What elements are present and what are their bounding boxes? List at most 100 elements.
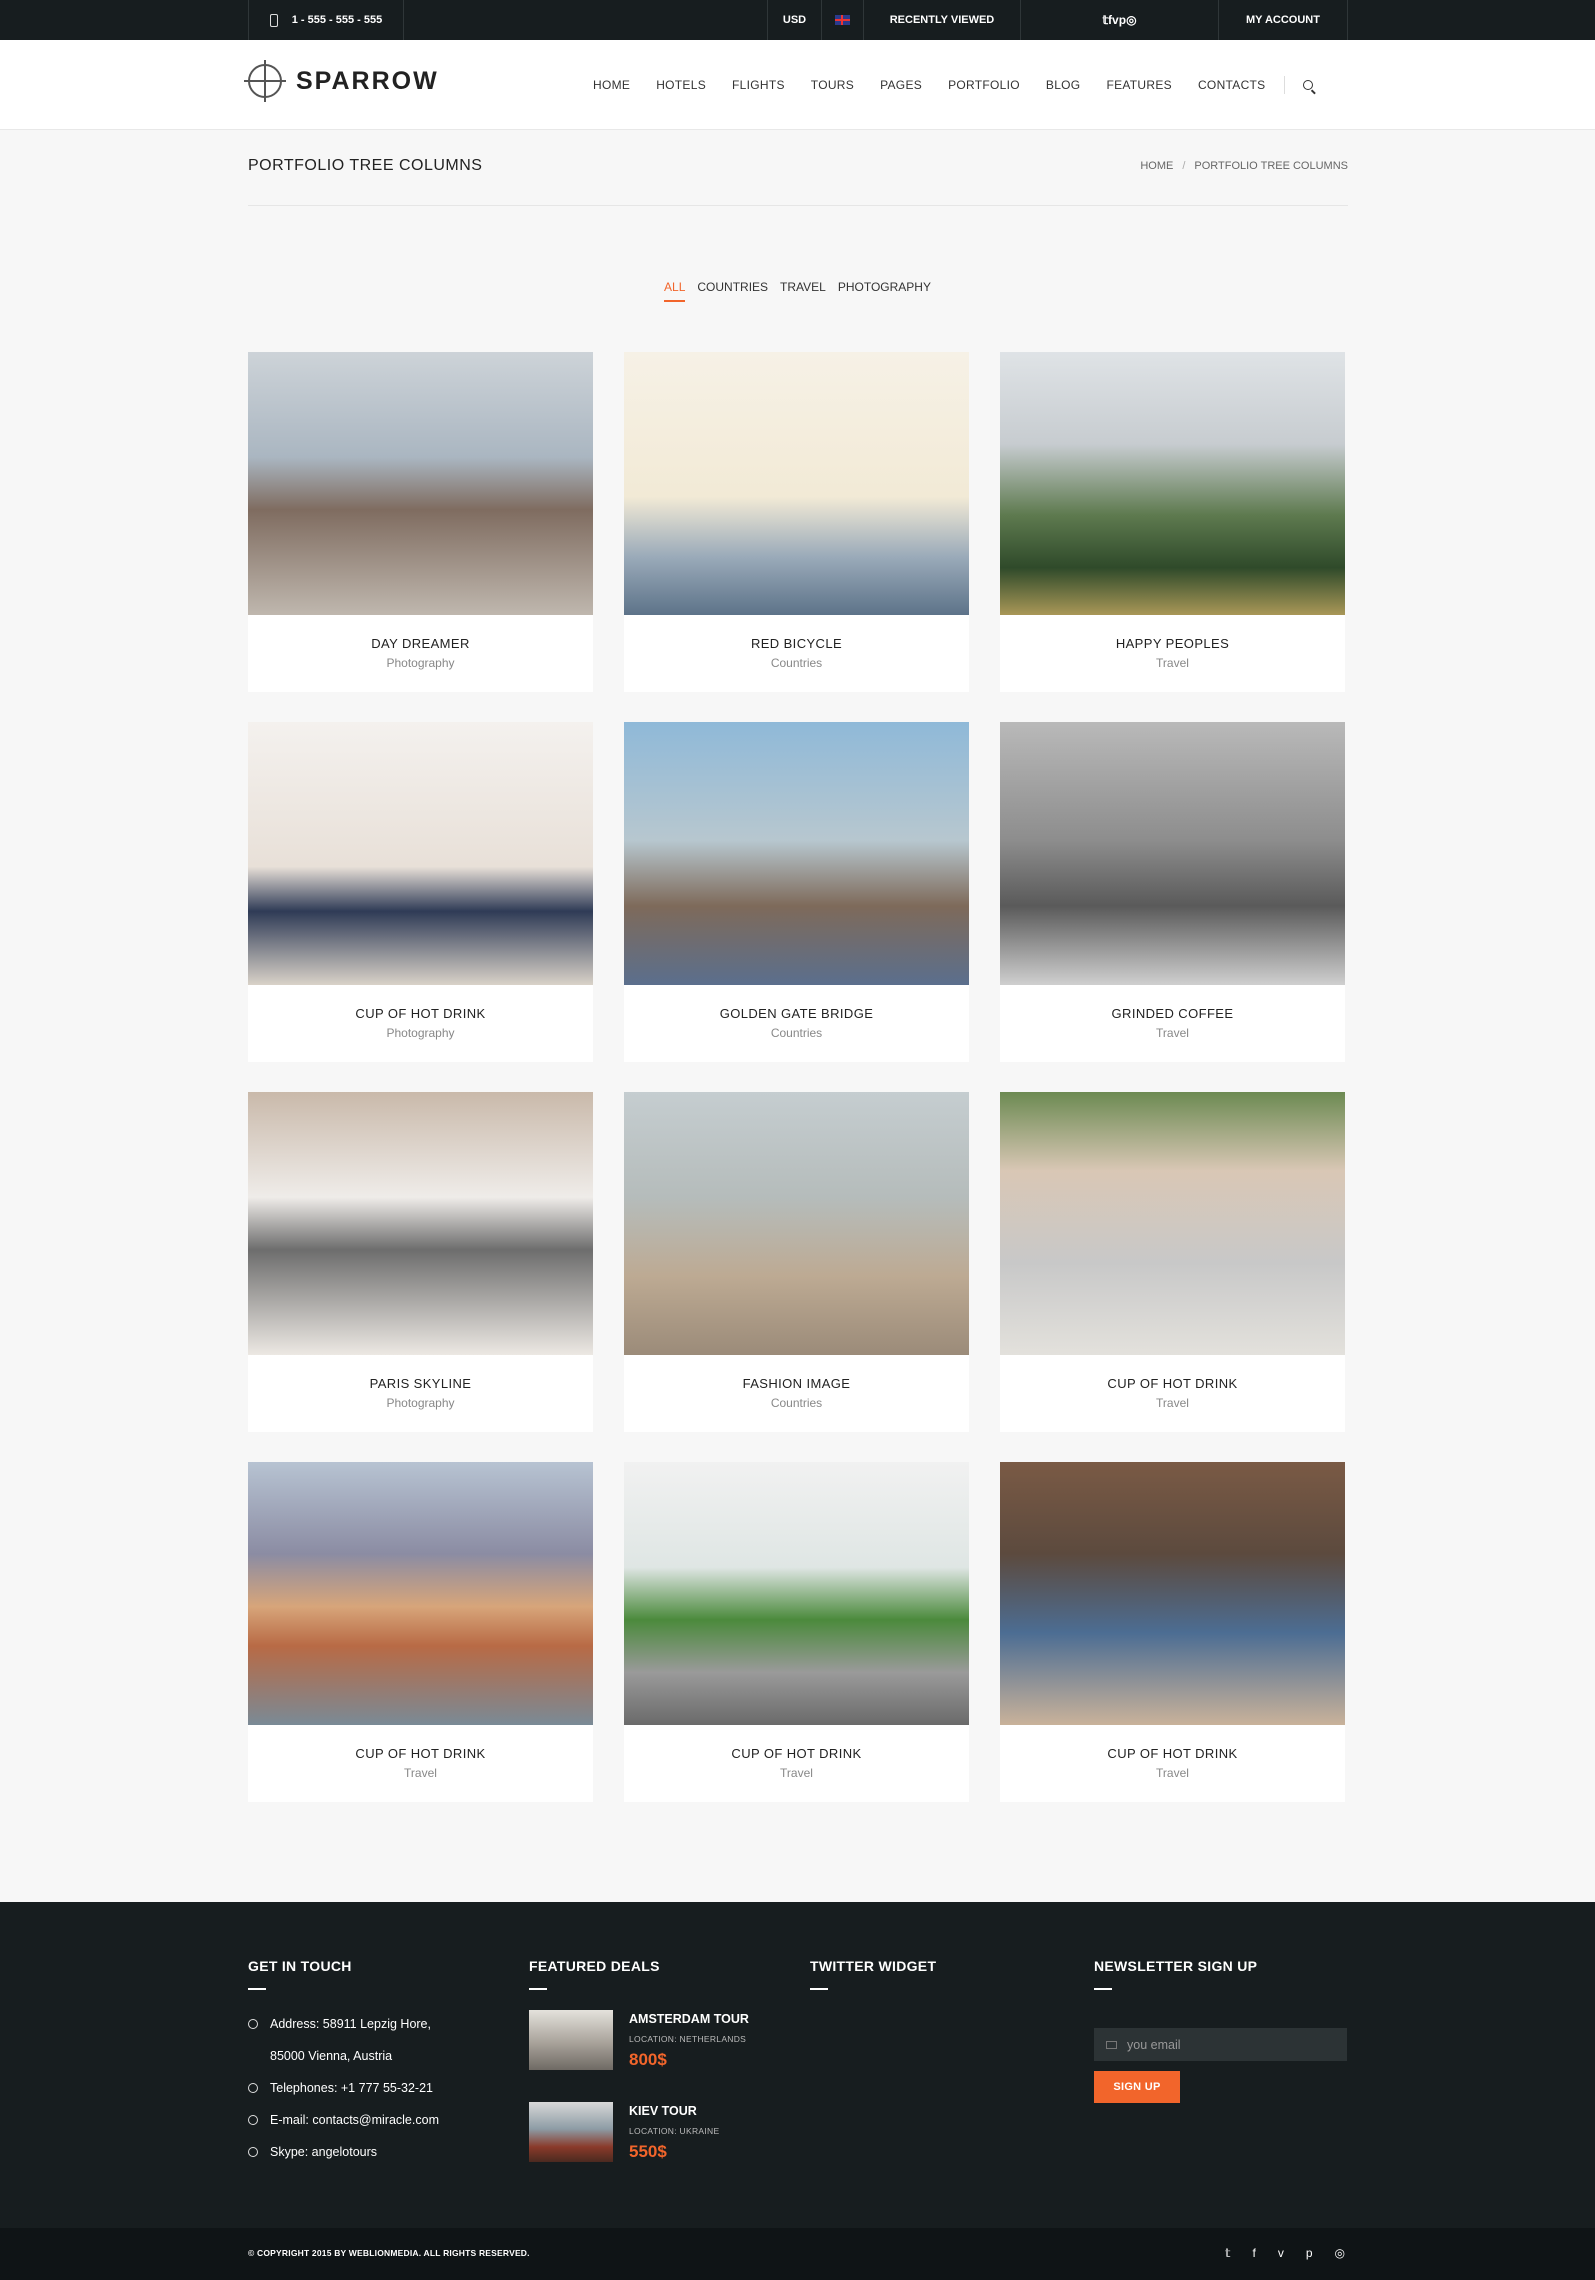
- portfolio-title[interactable]: CUP OF HOT DRINK: [248, 1746, 593, 1761]
- nav-tours[interactable]: TOURS: [811, 78, 854, 92]
- portfolio-item[interactable]: DAY DREAMER Photography: [248, 352, 593, 692]
- vimeo-icon[interactable]: v: [1112, 13, 1119, 27]
- nav-pages[interactable]: PAGES: [880, 78, 922, 92]
- portfolio-category: Countries: [770, 656, 823, 670]
- portfolio-title[interactable]: CUP OF HOT DRINK: [248, 1006, 593, 1021]
- portfolio-image[interactable]: [624, 352, 969, 615]
- portfolio-category: Travel: [1156, 1766, 1189, 1780]
- nav-portfolio[interactable]: PORTFOLIO: [948, 78, 1020, 92]
- portfolio-title[interactable]: GRINDED COFFEE: [1000, 1006, 1345, 1021]
- deal-thumbnail[interactable]: [529, 2010, 613, 2070]
- portfolio-title[interactable]: GOLDEN GATE BRIDGE: [624, 1006, 969, 1021]
- portfolio-title[interactable]: CUP OF HOT DRINK: [1000, 1746, 1345, 1761]
- breadcrumb: HOME / PORTFOLIO TREE COLUMNS: [1140, 160, 1348, 172]
- nav-blog[interactable]: BLOG: [1046, 78, 1081, 92]
- deal-item[interactable]: AMSTERDAM TOUR LOCATION: NETHERLANDS 800…: [529, 2010, 749, 2070]
- bottom-bar: © COPYRIGHT 2015 BY WEBLIONMEDIA. ALL RI…: [0, 2228, 1595, 2280]
- featured-deals-column: FEATURED DEALS AMSTERDAM TOUR LOCATION: …: [529, 1958, 749, 2162]
- recently-viewed-label: RECENTLY VIEWED: [889, 14, 995, 26]
- sign-up-button[interactable]: SIGN UP: [1094, 2071, 1180, 2103]
- portfolio-title[interactable]: DAY DREAMER: [248, 636, 593, 651]
- deal-location: LOCATION: UKRAINE: [629, 2126, 720, 2136]
- portfolio-title[interactable]: CUP OF HOT DRINK: [624, 1746, 969, 1761]
- contact-address: Address: 58911 Lepzig Hore,: [248, 2008, 439, 2040]
- portfolio-image[interactable]: [248, 1462, 593, 1725]
- nav-hotels[interactable]: HOTELS: [656, 78, 706, 92]
- twitter-icon[interactable]: 𝕥: [1225, 2246, 1231, 2260]
- nav-flights[interactable]: FLIGHTS: [732, 78, 785, 92]
- nav-divider: [1284, 76, 1286, 94]
- breadcrumb-home[interactable]: HOME: [1140, 160, 1173, 172]
- phone-contact[interactable]: 1 - 555 - 555 - 555: [248, 0, 404, 40]
- portfolio-item[interactable]: GRINDED COFFEE Travel: [1000, 722, 1345, 1062]
- filter-photography[interactable]: PHOTOGRAPHY: [838, 280, 931, 302]
- portfolio-image[interactable]: [624, 722, 969, 985]
- top-bar: 1 - 555 - 555 - 555 USD RECENTLY VIEWED …: [0, 0, 1595, 40]
- portfolio-title[interactable]: RED BICYCLE: [624, 636, 969, 651]
- portfolio-item[interactable]: CUP OF HOT DRINK Travel: [248, 1462, 593, 1802]
- recently-viewed-link[interactable]: RECENTLY VIEWED: [863, 0, 1020, 40]
- contact-email[interactable]: E-mail: contacts@miracle.com: [248, 2104, 439, 2136]
- nav-home[interactable]: HOME: [593, 78, 630, 92]
- currency-selector[interactable]: USD: [767, 0, 821, 40]
- filter-countries[interactable]: COUNTRIES: [697, 280, 768, 302]
- portfolio-item[interactable]: RED BICYCLE Countries: [624, 352, 969, 692]
- portfolio-image[interactable]: [1000, 1462, 1345, 1725]
- pinterest-icon[interactable]: p: [1119, 13, 1126, 27]
- pinterest-icon[interactable]: p: [1306, 2246, 1313, 2260]
- newsletter-email-input[interactable]: you email: [1094, 2028, 1347, 2061]
- portfolio-title[interactable]: FASHION IMAGE: [624, 1376, 969, 1391]
- newsletter-heading: NEWSLETTER SIGN UP: [1094, 1958, 1258, 1974]
- filter-all[interactable]: ALL: [664, 280, 686, 302]
- portfolio-image[interactable]: [624, 1462, 969, 1725]
- breadcrumb-current: PORTFOLIO TREE COLUMNS: [1194, 160, 1348, 172]
- vimeo-icon[interactable]: v: [1278, 2246, 1284, 2260]
- portfolio-image[interactable]: [1000, 352, 1345, 615]
- portfolio-category: Photography: [386, 656, 455, 670]
- portfolio-item[interactable]: GOLDEN GATE BRIDGE Countries: [624, 722, 969, 1062]
- contact-address-city: 85000 Vienna, Austria: [270, 2049, 393, 2063]
- instagram-icon[interactable]: ◎: [1126, 13, 1136, 27]
- portfolio-image[interactable]: [1000, 722, 1345, 985]
- portfolio-image[interactable]: [248, 1092, 593, 1355]
- portfolio-title[interactable]: PARIS SKYLINE: [248, 1376, 593, 1391]
- portfolio-image[interactable]: [624, 1092, 969, 1355]
- portfolio-title[interactable]: HAPPY PEOPLES: [1000, 636, 1345, 651]
- site-footer: GET IN TOUCH Address: 58911 Lepzig Hore,…: [0, 1902, 1595, 2228]
- portfolio-category: Countries: [770, 1026, 823, 1040]
- portfolio-title[interactable]: CUP OF HOT DRINK: [1000, 1376, 1345, 1391]
- nav-features[interactable]: FEATURES: [1106, 78, 1172, 92]
- contact-phone: Telephones: +1 777 55-32-21: [248, 2072, 439, 2104]
- portfolio-image[interactable]: [248, 352, 593, 615]
- portfolio-item[interactable]: CUP OF HOT DRINK Travel: [624, 1462, 969, 1802]
- portfolio-category: Travel: [404, 1766, 437, 1780]
- portfolio-item[interactable]: CUP OF HOT DRINK Travel: [1000, 1092, 1345, 1432]
- portfolio-item[interactable]: CUP OF HOT DRINK Travel: [1000, 1462, 1345, 1802]
- portfolio-item[interactable]: PARIS SKYLINE Photography: [248, 1092, 593, 1432]
- deal-name[interactable]: KIEV TOUR: [629, 2104, 719, 2118]
- my-account-link[interactable]: MY ACCOUNT: [1218, 0, 1348, 40]
- language-selector[interactable]: [821, 0, 863, 40]
- deal-item[interactable]: KIEV TOUR LOCATION: UKRAINE 550$: [529, 2102, 749, 2162]
- instagram-icon[interactable]: ◎: [1335, 2246, 1345, 2260]
- portfolio-image[interactable]: [1000, 1092, 1345, 1355]
- logo[interactable]: SPARROW: [244, 60, 439, 102]
- newsletter-column: NEWSLETTER SIGN UP you email SIGN UP: [1094, 1958, 1347, 2103]
- my-account-label: MY ACCOUNT: [1246, 14, 1320, 26]
- portfolio-image[interactable]: [248, 722, 593, 985]
- deal-thumbnail[interactable]: [529, 2102, 613, 2162]
- nav-contacts[interactable]: CONTACTS: [1198, 78, 1266, 92]
- deal-price: 550$: [629, 2142, 667, 2161]
- contact-skype[interactable]: Skype: angelotours: [248, 2136, 439, 2168]
- portfolio-item[interactable]: CUP OF HOT DRINK Photography: [248, 722, 593, 1062]
- filter-travel[interactable]: TRAVEL: [780, 280, 826, 302]
- deal-name[interactable]: AMSTERDAM TOUR: [629, 2012, 749, 2026]
- portfolio-category: Travel: [780, 1766, 813, 1780]
- portfolio-item[interactable]: HAPPY PEOPLES Travel: [1000, 352, 1345, 692]
- logo-text: SPARROW: [296, 66, 439, 95]
- get-in-touch-column: GET IN TOUCH Address: 58911 Lepzig Hore,…: [248, 1958, 439, 2168]
- search-icon[interactable]: [1303, 80, 1314, 90]
- facebook-icon[interactable]: f: [1252, 2246, 1255, 2260]
- portfolio-item[interactable]: FASHION IMAGE Countries: [624, 1092, 969, 1432]
- skype-icon: [248, 2147, 258, 2157]
